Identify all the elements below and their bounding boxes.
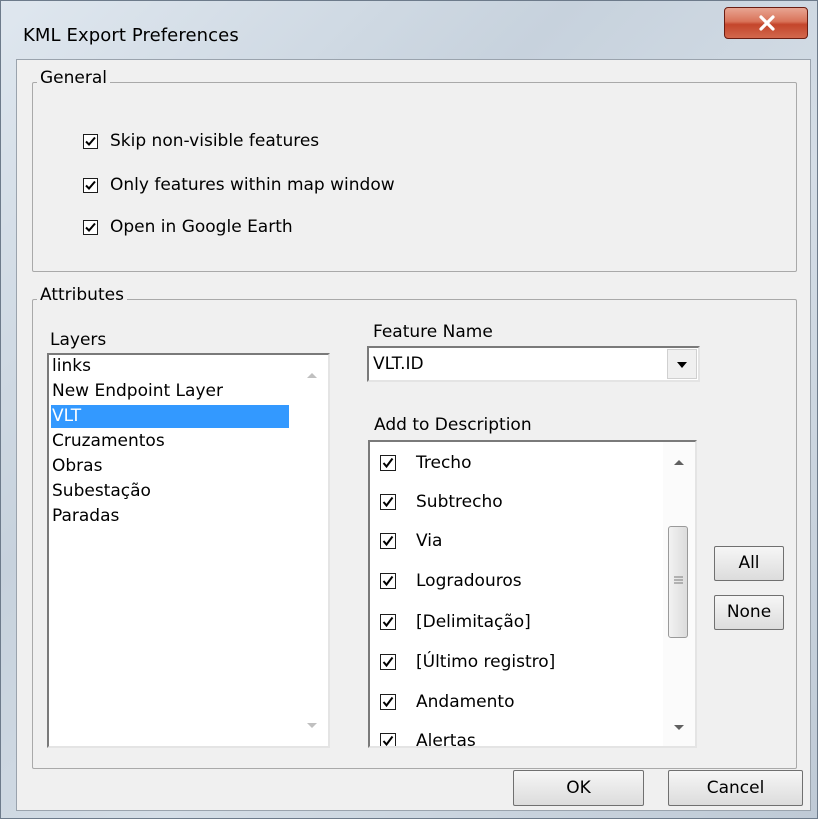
layers-label: Layers [50,330,107,350]
subtrecho-label: Subtrecho [416,492,503,512]
layer-item[interactable]: New Endpoint Layer [51,380,289,403]
general-group-label: General [37,68,110,88]
description-item-via[interactable]: Via [380,522,442,560]
checkmark-icon [382,656,394,668]
window-title: KML Export Preferences [23,25,239,46]
checkmark-icon [382,535,394,547]
only-within-map-checkbox[interactable] [83,177,98,193]
cancel-button[interactable]: Cancel [668,770,803,806]
trecho-checkbox[interactable] [380,455,396,471]
skip-non-visible-label: Skip non-visible features [110,131,320,151]
add-to-description-label: Add to Description [374,415,532,435]
scroll-down-icon[interactable] [306,722,318,730]
checkmark-icon [85,180,96,190]
skip-non-visible-option[interactable]: Skip non-visible features [83,131,319,151]
description-item-ultimo-registro[interactable]: [Último registro] [380,643,555,681]
checkmark-icon [382,457,394,469]
attributes-group-label: Attributes [37,285,127,305]
description-scrollbar[interactable] [663,442,695,746]
checkmark-icon [382,735,394,746]
layer-item[interactable]: links [51,355,289,378]
andamento-checkbox[interactable] [380,694,396,710]
description-item-logradouros[interactable]: Logradouros [380,562,522,600]
description-item-andamento[interactable]: Andamento [380,683,514,721]
chevron-down-icon [677,362,687,368]
checkmark-icon [85,222,96,232]
description-item-delimitacao[interactable]: [Delimitação] [380,603,531,641]
only-within-map-option[interactable]: Only features within map window [83,175,395,195]
andamento-label: Andamento [416,692,515,712]
layer-item[interactable]: Obras [51,455,289,478]
scroll-up-icon[interactable] [673,458,685,466]
layer-item-selected[interactable]: VLT [51,405,289,428]
description-item-subtrecho[interactable]: Subtrecho [380,483,503,521]
skip-non-visible-checkbox[interactable] [83,133,98,149]
open-google-earth-label: Open in Google Earth [110,217,293,237]
scroll-thumb[interactable] [668,526,688,638]
select-all-button[interactable]: All [714,546,784,581]
layer-item[interactable]: Cruzamentos [51,430,289,453]
open-google-earth-checkbox[interactable] [83,219,98,235]
logradouros-label: Logradouros [416,571,522,591]
feature-name-dropdown-button[interactable] [667,349,697,379]
open-google-earth-option[interactable]: Open in Google Earth [83,217,293,237]
layers-scrollbar[interactable] [296,355,328,746]
feature-name-label: Feature Name [373,322,493,342]
layer-item[interactable]: Paradas [51,505,289,528]
checkmark-icon [382,696,394,708]
only-within-map-label: Only features within map window [110,175,395,195]
description-item-trecho[interactable]: Trecho [380,444,471,482]
logradouros-checkbox[interactable] [380,573,396,589]
checkmark-icon [85,136,96,146]
select-none-button[interactable]: None [714,595,784,630]
ok-button[interactable]: OK [513,770,644,806]
subtrecho-checkbox[interactable] [380,494,396,510]
close-button[interactable] [724,7,808,39]
feature-name-value: VLT.ID [373,354,424,374]
checkmark-icon [382,496,394,508]
description-item-alertas[interactable]: Alertas [380,722,476,748]
alertas-checkbox[interactable] [380,733,396,746]
trecho-label: Trecho [416,453,472,473]
title-bar[interactable]: KML Export Preferences [1,1,818,57]
ultimo-registro-label: [Último registro] [416,652,556,672]
dialog-window: KML Export Preferences General Skip non-… [0,0,818,819]
delimitacao-checkbox[interactable] [380,614,396,630]
via-checkbox[interactable] [380,533,396,549]
via-label: Via [416,531,443,551]
scroll-up-icon[interactable] [306,371,318,379]
description-checklist[interactable]: Trecho Subtrecho Via Logradouros [Delimi… [368,440,697,748]
ultimo-registro-checkbox[interactable] [380,654,396,670]
grip-icon [674,576,683,584]
feature-name-combobox[interactable]: VLT.ID [367,346,700,382]
scroll-down-icon[interactable] [673,724,685,732]
dialog-client-area: General Skip non-visible features Only f… [16,59,811,811]
checkmark-icon [382,575,394,587]
layers-listbox[interactable]: links New Endpoint Layer VLT Cruzamentos… [47,353,330,748]
close-icon [759,15,775,31]
checkmark-icon [382,616,394,628]
alertas-label: Alertas [416,731,476,748]
layer-item[interactable]: Subestação [51,480,289,503]
delimitacao-label: [Delimitação] [416,612,531,632]
